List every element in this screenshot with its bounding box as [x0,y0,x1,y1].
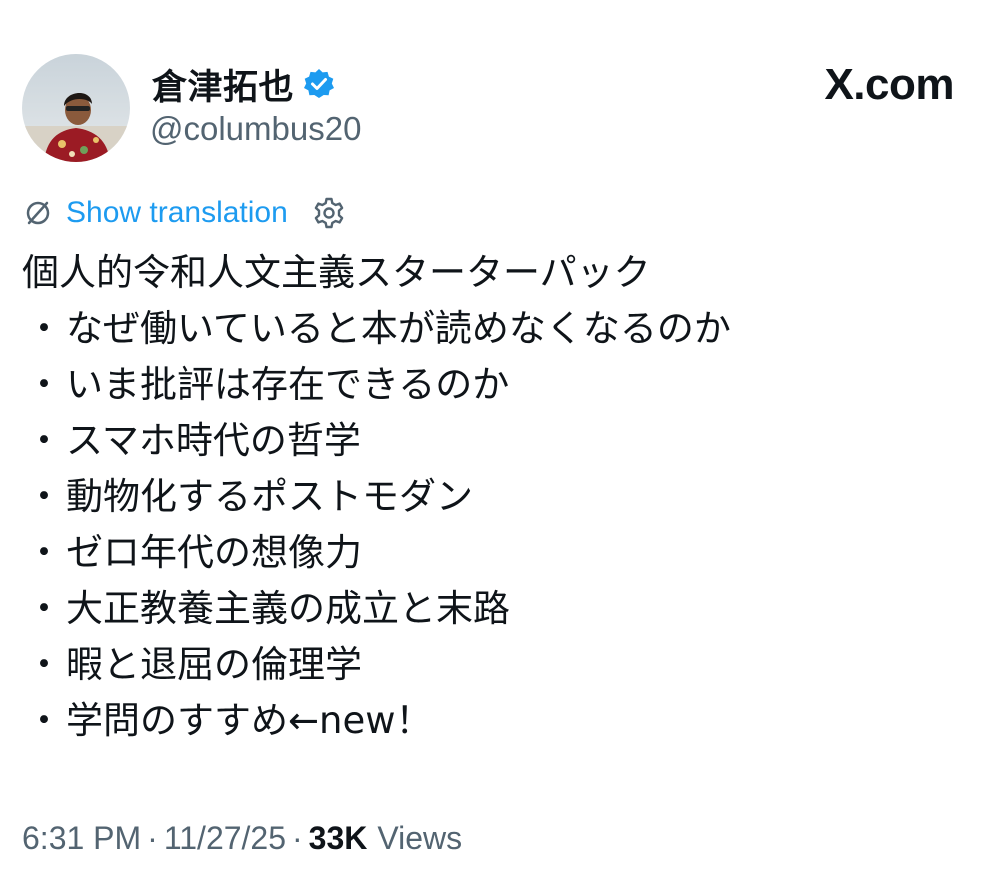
tweet-text: 個人的令和人文主義スターターパック ・ なぜ働いていると本が読めなくなるのか ・… [22,245,982,749]
author-handle[interactable]: @columbus20 [150,110,361,148]
list-item-text: スマホ時代の哲学 [66,419,361,462]
list-item: ・ スマホ時代の哲学 [22,413,982,469]
list-item-text: 暇と退屈の倫理学 [66,643,362,686]
author-name-row: 倉津拓也 [152,62,336,108]
list-item: ・ 大正教養主義の成立と末路 [22,581,982,637]
bullet: ・ [25,363,63,406]
author-display-name[interactable]: 倉津拓也 [152,59,294,110]
bullet: ・ [25,475,63,518]
list-item: ・ ゼロ年代の想像力 [22,525,982,581]
translation-row: Show translation [22,192,346,234]
list-item-text: 学問のすすめ←new！ [66,699,433,742]
views-count[interactable]: 33K [309,820,368,857]
list-item-text: いま批評は存在できるのか [66,363,510,406]
bullet: ・ [25,419,63,462]
list-item: ・ 暇と退屈の倫理学 [22,637,982,693]
separator: · [292,819,303,856]
x-logo: X.com [824,60,954,109]
list-item: ・ 学問のすすめ←new！ [22,693,982,749]
list-item-text: なぜ働いていると本が読めなくなるのか [66,307,731,350]
list-item-text: ゼロ年代の想像力 [66,531,362,574]
post-date[interactable]: 11/27/25 [164,820,286,857]
show-translation-link[interactable]: Show translation [66,196,288,230]
views-label: Views [377,819,463,856]
bullet: ・ [25,531,63,574]
verified-badge-icon [302,67,336,101]
bullet: ・ [25,699,63,742]
separator: · [147,819,158,856]
bullet: ・ [25,307,63,350]
gear-icon[interactable] [312,196,346,230]
bullet: ・ [25,587,63,630]
list-item-text: 大正教養主義の成立と末路 [66,587,510,630]
bullet: ・ [25,643,63,686]
tweet-meta: 6:31 PM · 11/27/25 · 33K Views [22,815,462,861]
list-item: ・ いま批評は存在できるのか [22,357,982,413]
list-item-text: 動物化するポストモダン [66,475,473,518]
list-item: ・ 動物化するポストモダン [22,469,982,525]
list-item: ・ なぜ働いていると本が読めなくなるのか [22,301,982,357]
tweet-title-line: 個人的令和人文主義スターターパック [22,251,651,294]
post-time[interactable]: 6:31 PM [22,820,141,857]
translate-globe-icon [22,197,54,229]
avatar[interactable] [22,54,130,162]
